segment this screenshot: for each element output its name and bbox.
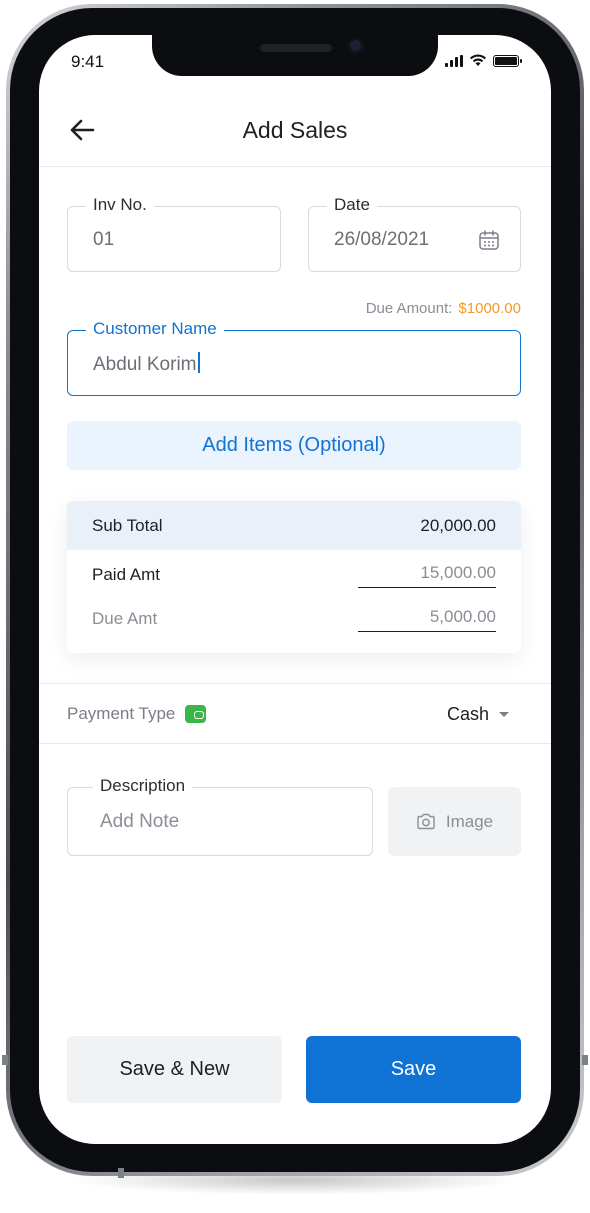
payment-type-label-group: Payment Type: [67, 704, 207, 724]
date-value: 26/08/2021: [334, 229, 430, 250]
divider-top: [39, 683, 551, 684]
date-field[interactable]: Date 26/08/2021: [308, 195, 521, 272]
wallet-icon: [185, 705, 207, 723]
app-screen: 9:41 Add Sales Inv No. 01 Date 26/08/202…: [39, 35, 551, 1144]
status-time: 9:41: [71, 52, 105, 71]
speaker: [260, 44, 332, 52]
description-field[interactable]: Description Add Note: [67, 776, 373, 856]
due-amount-summary-row: Due Amt 5,000.00: [92, 604, 496, 634]
add-items-button[interactable]: Add Items (Optional): [67, 421, 521, 470]
wifi-icon: [470, 54, 486, 66]
sub-total-row: Sub Total 20,000.00: [67, 501, 521, 550]
customer-name-label: Customer Name: [86, 319, 224, 339]
volume-button-left: [2, 1055, 8, 1065]
invoice-number-label: Inv No.: [86, 195, 154, 215]
save-and-new-button[interactable]: Save & New: [67, 1036, 282, 1103]
customer-name-value: Abdul Korim: [93, 354, 197, 375]
battery-icon: [493, 55, 522, 67]
signal-icon: [445, 55, 463, 67]
description-label: Description: [93, 776, 193, 796]
status-icons: [445, 54, 522, 67]
customer-name-field[interactable]: Customer Name Abdul Korim: [67, 319, 521, 396]
paid-amount-input[interactable]: 15,000.00: [358, 563, 496, 588]
customer-name-input[interactable]: Abdul Korim: [93, 352, 200, 376]
payment-type-value: Cash: [446, 703, 489, 724]
divider-bottom: [39, 743, 551, 744]
front-camera: [347, 37, 364, 54]
sub-total-value: 20,000.00: [420, 515, 496, 535]
paid-amount-row: Paid Amt 15,000.00: [92, 560, 496, 590]
calendar-icon[interactable]: [478, 229, 500, 251]
date-label: Date: [327, 195, 377, 215]
image-button-label: Image: [445, 811, 494, 831]
due-amount-value: $1000.00: [458, 300, 521, 317]
volume-button-right: [582, 1055, 588, 1065]
due-amount-summary-value: 5,000.00: [358, 607, 496, 632]
camera-icon: [417, 813, 435, 830]
invoice-number-field[interactable]: Inv No. 01: [67, 195, 281, 272]
notch: [152, 35, 438, 76]
bottom-antenna-line: [118, 1168, 124, 1178]
sub-total-label: Sub Total: [92, 515, 163, 535]
payment-type-row: Payment Type Cash: [67, 699, 509, 729]
save-button[interactable]: Save: [306, 1036, 521, 1103]
summary-card: Sub Total 20,000.00 Paid Amt 15,000.00 D…: [67, 501, 521, 653]
paid-amount-label: Paid Amt: [92, 565, 161, 584]
page-title: Add Sales: [242, 117, 348, 143]
payment-type-select[interactable]: Cash: [447, 704, 509, 725]
due-amount-label: Due Amount:: [365, 300, 453, 317]
app-header: Add Sales: [39, 95, 551, 167]
payment-type-label: Payment Type: [67, 704, 176, 723]
chevron-down-icon: [499, 711, 509, 717]
text-caret: [197, 352, 200, 373]
description-placeholder[interactable]: Add Note: [100, 811, 179, 833]
image-upload-button[interactable]: Image: [388, 787, 521, 856]
invoice-number-value: 01: [93, 229, 115, 250]
due-amount-summary-label: Due Amt: [92, 609, 158, 628]
due-amount-row: Due Amount: $1000.00: [366, 300, 521, 317]
